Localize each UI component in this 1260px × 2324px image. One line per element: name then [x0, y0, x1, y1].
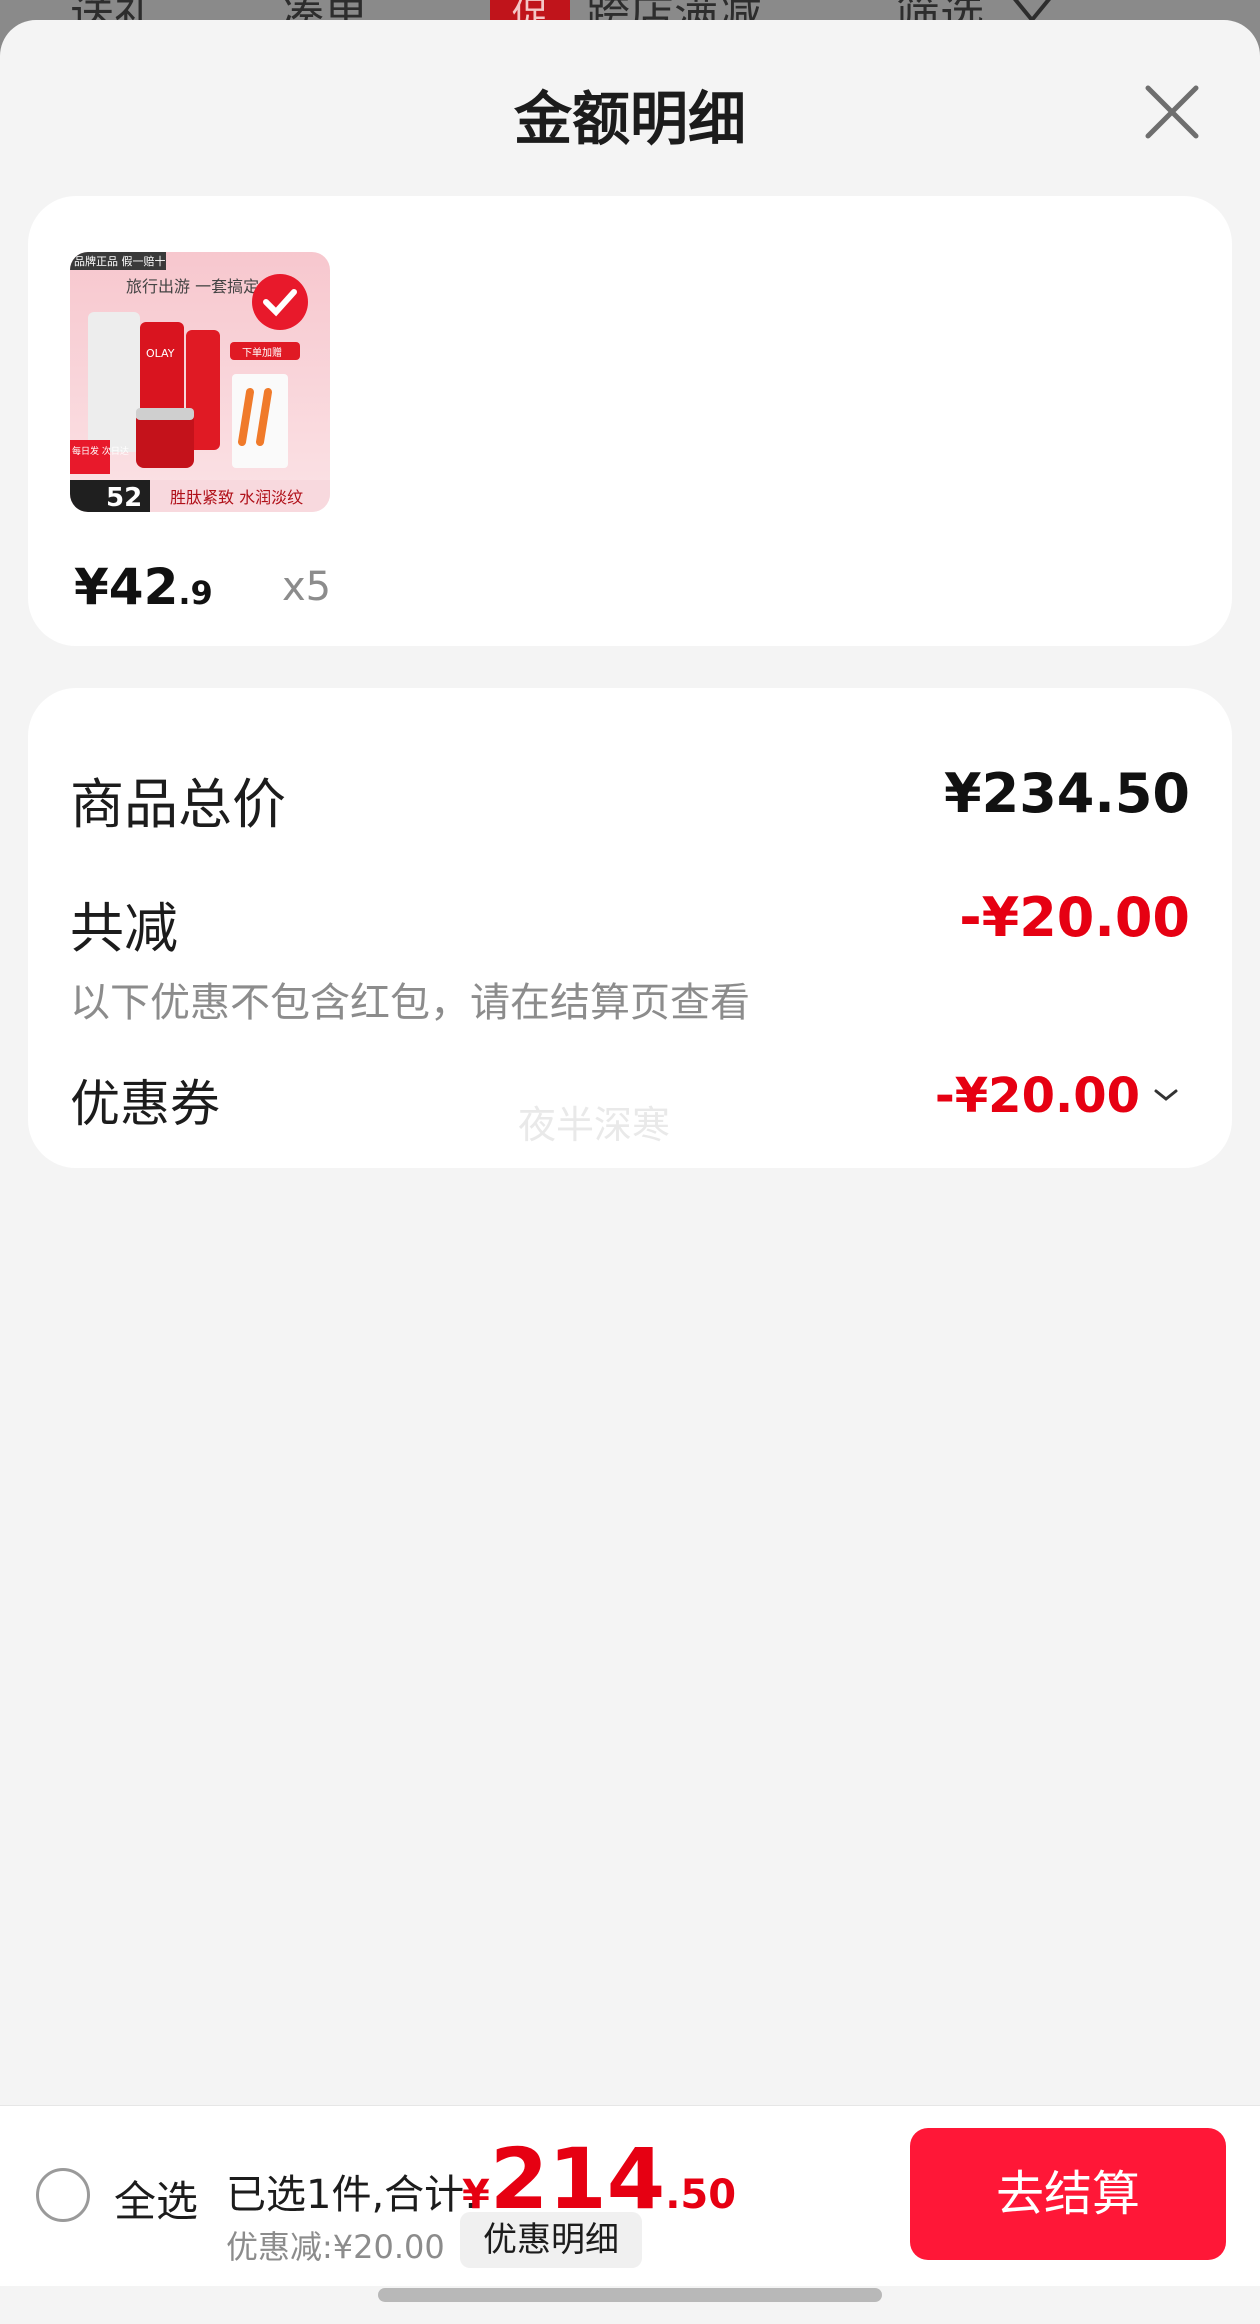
discount-label: 共减: [70, 897, 178, 960]
product-quantity: x5: [282, 564, 332, 610]
thumb-brand-tag: 品牌正品 假一赔十: [74, 254, 166, 268]
total-amount-dec: .50: [665, 2172, 737, 2218]
close-icon[interactable]: [1140, 80, 1204, 144]
discount-note: 以下优惠不包含红包，请在结算页查看: [70, 980, 750, 1026]
thumb-day-tag: 每日发 次日达: [72, 445, 129, 457]
thumb-badge-number: 52: [106, 483, 142, 512]
select-all-radio[interactable]: [36, 2168, 90, 2222]
chevron-down-icon[interactable]: [1152, 1086, 1180, 1104]
coupon-value[interactable]: -¥20.00: [935, 1068, 1140, 1124]
price-summary-card: 商品总价 ¥234.50 共减 -¥20.00 以下优惠不包含红包，请在结算页查…: [28, 688, 1232, 1168]
total-price-label: 商品总价: [70, 773, 286, 836]
thumb-logo: OLAY: [146, 347, 175, 360]
checkout-button[interactable]: 去结算: [910, 2128, 1226, 2260]
checkout-bar: 全选 已选1件,合计: ¥214.50 优惠减:¥20.00 优惠明细 去结算: [0, 2105, 1260, 2286]
product-price: ¥42.9: [74, 558, 213, 616]
select-all-label[interactable]: 全选: [114, 2168, 198, 2229]
product-price-dec: .9: [178, 574, 213, 612]
coupon-label[interactable]: 优惠券: [70, 1064, 220, 1136]
discount-detail-button[interactable]: 优惠明细: [460, 2212, 642, 2268]
thumb-features: 胜肽紧致 水润淡纹: [170, 488, 303, 507]
amount-detail-sheet: 金额明细 品牌正品 假一赔十 旅行出游 一套搞定 OLAY 下单加赠 每日发 次…: [0, 20, 1260, 2324]
discount-value: -¥20.00: [959, 886, 1190, 949]
product-price-int: ¥42: [74, 558, 179, 616]
discount-saved-text: 优惠减:¥20.00: [226, 2228, 445, 2266]
thumb-order-tag: 下单加赠: [242, 346, 282, 359]
total-price-value: ¥234.50: [944, 762, 1190, 825]
selected-count-text: 已选1件,合计:: [226, 2172, 478, 2218]
product-thumbnail[interactable]: 品牌正品 假一赔十 旅行出游 一套搞定 OLAY 下单加赠 每日发 次日达 52…: [70, 252, 330, 512]
thumb-headline: 旅行出游 一套搞定: [126, 277, 259, 296]
product-card: 品牌正品 假一赔十 旅行出游 一套搞定 OLAY 下单加赠 每日发 次日达 52…: [28, 196, 1232, 646]
watermark: 夜半深寒: [518, 1103, 671, 1147]
home-indicator: [378, 2288, 882, 2302]
sheet-title: 金额明细: [513, 85, 746, 153]
